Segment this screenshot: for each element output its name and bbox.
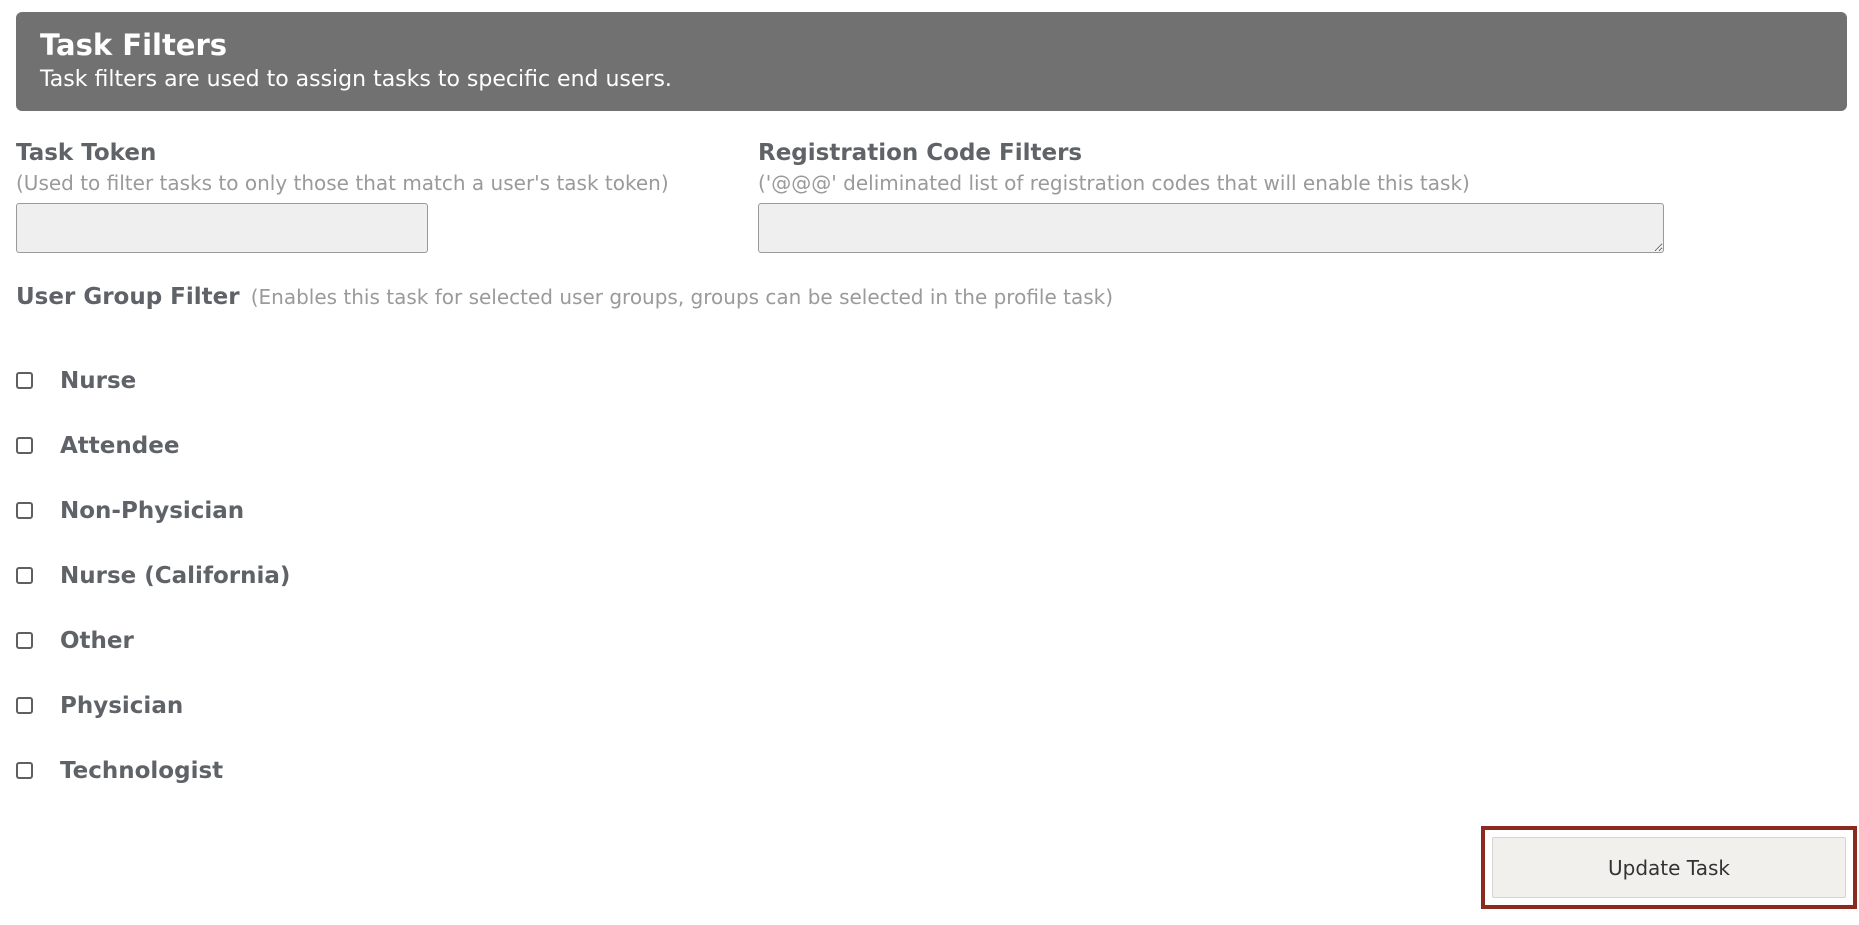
checkbox[interactable] — [16, 632, 33, 649]
checkbox-label[interactable]: Nurse (California) — [60, 563, 290, 589]
checkbox-label[interactable]: Nurse — [60, 368, 136, 394]
task-token-input[interactable] — [16, 203, 428, 253]
user-group-nurse-california[interactable]: Nurse (California) — [16, 543, 290, 608]
task-token-hint: (Used to filter tasks to only those that… — [16, 171, 669, 195]
user-group-other[interactable]: Other — [16, 608, 290, 673]
checkbox[interactable] — [16, 567, 33, 584]
user-group-technologist[interactable]: Technologist — [16, 738, 290, 803]
update-task-button[interactable]: Update Task — [1492, 837, 1846, 898]
task-token-field: Task Token (Used to filter tasks to only… — [16, 138, 669, 196]
checkbox-label[interactable]: Technologist — [60, 758, 223, 784]
task-filters-header: Task Filters Task filters are used to as… — [16, 12, 1847, 111]
registration-code-field: Registration Code Filters ('@@@' delimin… — [758, 138, 1470, 196]
checkbox-label[interactable]: Non-Physician — [60, 498, 244, 524]
checkbox[interactable] — [16, 437, 33, 454]
registration-code-hint: ('@@@' deliminated list of registration … — [758, 171, 1470, 195]
user-group-checkbox-list: Nurse Attendee Non-Physician Nurse (Cali… — [16, 348, 290, 803]
registration-code-label: Registration Code Filters — [758, 140, 1083, 166]
registration-code-textarea[interactable] — [758, 203, 1664, 253]
checkbox[interactable] — [16, 502, 33, 519]
checkbox[interactable] — [16, 697, 33, 714]
user-group-filter-hint: (Enables this task for selected user gro… — [250, 285, 1114, 309]
user-group-physician[interactable]: Physician — [16, 673, 290, 738]
user-group-filter-label: User Group Filter — [16, 284, 240, 310]
task-token-label: Task Token — [16, 140, 157, 166]
page-title: Task Filters — [40, 28, 228, 62]
update-task-highlight: Update Task — [1481, 826, 1857, 909]
task-filters-page: Task Filters Task filters are used to as… — [0, 0, 1859, 925]
checkbox-label[interactable]: Other — [60, 628, 134, 654]
user-group-non-physician[interactable]: Non-Physician — [16, 478, 290, 543]
user-group-nurse[interactable]: Nurse — [16, 348, 290, 413]
checkbox-label[interactable]: Physician — [60, 693, 183, 719]
checkbox[interactable] — [16, 372, 33, 389]
user-group-filter-heading: User Group Filter (Enables this task for… — [16, 284, 1113, 310]
page-subtitle: Task filters are used to assign tasks to… — [40, 67, 672, 92]
checkbox[interactable] — [16, 762, 33, 779]
user-group-attendee[interactable]: Attendee — [16, 413, 290, 478]
checkbox-label[interactable]: Attendee — [60, 433, 179, 459]
